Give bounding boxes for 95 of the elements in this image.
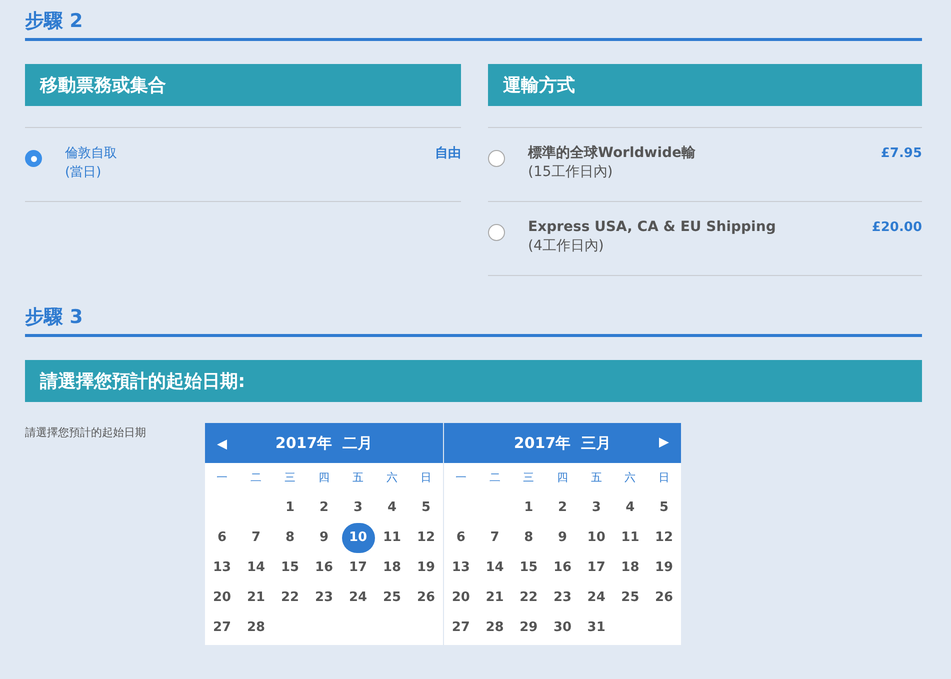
calendar-day[interactable]: 22 [512,583,546,613]
option-note: (當日) [65,164,102,182]
calendar-day[interactable]: 28 [478,613,512,643]
option-price: £7.95 [880,145,922,163]
weekday-label: 一 [454,470,468,486]
calendar-day[interactable]: 27 [444,613,478,643]
option-price: £20.00 [872,219,922,237]
calendar-day[interactable]: 4 [376,493,408,523]
calendar-day[interactable]: 2 [308,493,340,523]
next-month-button[interactable]: ▶ [659,433,669,453]
calendar-day[interactable]: 23 [546,583,579,613]
calendar-day[interactable]: 14 [478,553,512,583]
calendar-day[interactable]: 10 [342,523,374,553]
calendar-day[interactable]: 5 [410,493,442,523]
calendar-day[interactable]: 9 [546,523,579,553]
radio-button[interactable] [488,224,505,241]
calendar-day[interactable]: 16 [546,553,579,583]
option-price: 自由 [435,145,461,163]
calendar-day[interactable]: 30 [546,613,579,643]
radio-button[interactable] [488,150,505,167]
calendar-day[interactable]: 5 [648,493,681,523]
calendar-day[interactable]: 18 [614,553,647,583]
calendar-day[interactable]: 27 [206,613,238,643]
option-note: (4工作日內) [528,237,605,256]
option-name: 倫敦自取 [65,145,118,163]
calendar-day[interactable]: 25 [376,583,408,613]
calendar-day[interactable]: 1 [274,493,306,523]
calendar-day[interactable]: 13 [206,553,238,583]
calendar-day[interactable]: 12 [648,523,681,553]
calendar-day[interactable]: 21 [478,583,512,613]
step-heading: 步驟 3 [25,306,83,328]
calendar-day[interactable]: 29 [512,613,546,643]
weekday-label: 一 [216,470,228,486]
calendar-day[interactable]: 12 [410,523,442,553]
calendar-day[interactable]: 2 [546,493,579,523]
date-label: 請選擇您預計的起始日期 [25,425,147,441]
calendar-day[interactable]: 20 [206,583,238,613]
calendar-day[interactable]: 10 [580,523,613,553]
calendar-day[interactable]: 24 [342,583,374,613]
section-header: 運輸方式 [488,64,922,106]
calendar-day[interactable]: 19 [648,553,681,583]
weekday-label: 四 [318,470,330,486]
option-name: Express USA, CA & EU Shipping [528,218,777,237]
calendar-day[interactable]: 11 [614,523,647,553]
calendar-day[interactable]: 7 [240,523,272,553]
calendar-day[interactable]: 18 [376,553,408,583]
calendar-day[interactable]: 3 [342,493,374,523]
calendar-day[interactable]: 15 [512,553,546,583]
calendar-day[interactable]: 26 [410,583,442,613]
calendar-day[interactable]: 15 [274,553,306,583]
calendar-day[interactable]: 25 [614,583,647,613]
calendar-day[interactable]: 11 [376,523,408,553]
calendar-day[interactable]: 14 [240,553,272,583]
calendar-day[interactable]: 3 [580,493,613,523]
calendar-day[interactable]: 8 [274,523,306,553]
option-name: 標準的全球Worldwide輸 [528,144,697,163]
calendar-day[interactable]: 16 [308,553,340,583]
weekday-label: 三 [284,470,296,486]
weekday-label: 三 [522,470,536,486]
calendar-day[interactable]: 6 [444,523,478,553]
calendar-day[interactable]: 28 [240,613,272,643]
section-header: 請選擇您預計的起始日期: [25,360,922,402]
calendar-day[interactable]: 23 [308,583,340,613]
calendar-day[interactable]: 4 [614,493,647,523]
weekday-label: 四 [556,470,569,486]
calendar-day[interactable]: 26 [648,583,681,613]
calendar-day[interactable]: 19 [410,553,442,583]
weekday-label: 五 [590,470,603,486]
calendar-day[interactable]: 22 [274,583,306,613]
calendar-day[interactable]: 8 [512,523,546,553]
calendar-day[interactable]: 17 [580,553,613,583]
weekday-label: 日 [420,470,432,486]
month-title: 2017年 三月 [512,432,612,454]
calendar-day[interactable]: 1 [512,493,546,523]
weekday-label: 日 [658,470,671,486]
month-title: 2017年 二月 [274,432,374,454]
radio-button[interactable] [25,150,42,167]
weekday-label: 二 [488,470,502,486]
option-note: (15工作日內) [528,163,614,182]
section-header: 移動票務或集合 [25,64,461,106]
calendar-day[interactable]: 9 [308,523,340,553]
calendar-day[interactable]: 21 [240,583,272,613]
calendar-day[interactable]: 17 [342,553,374,583]
weekday-label: 六 [624,470,637,486]
weekday-label: 二 [250,470,262,486]
weekday-label: 五 [352,470,364,486]
calendar-day[interactable]: 24 [580,583,613,613]
calendar-day[interactable]: 13 [444,553,478,583]
step-heading: 步驟 2 [25,10,83,32]
calendar-day[interactable]: 6 [206,523,238,553]
calendar-day[interactable]: 31 [580,613,613,643]
calendar-day[interactable]: 20 [444,583,478,613]
weekday-label: 六 [386,470,398,486]
calendar-day[interactable]: 7 [478,523,512,553]
previous-month-button[interactable]: ◀ [217,435,227,454]
